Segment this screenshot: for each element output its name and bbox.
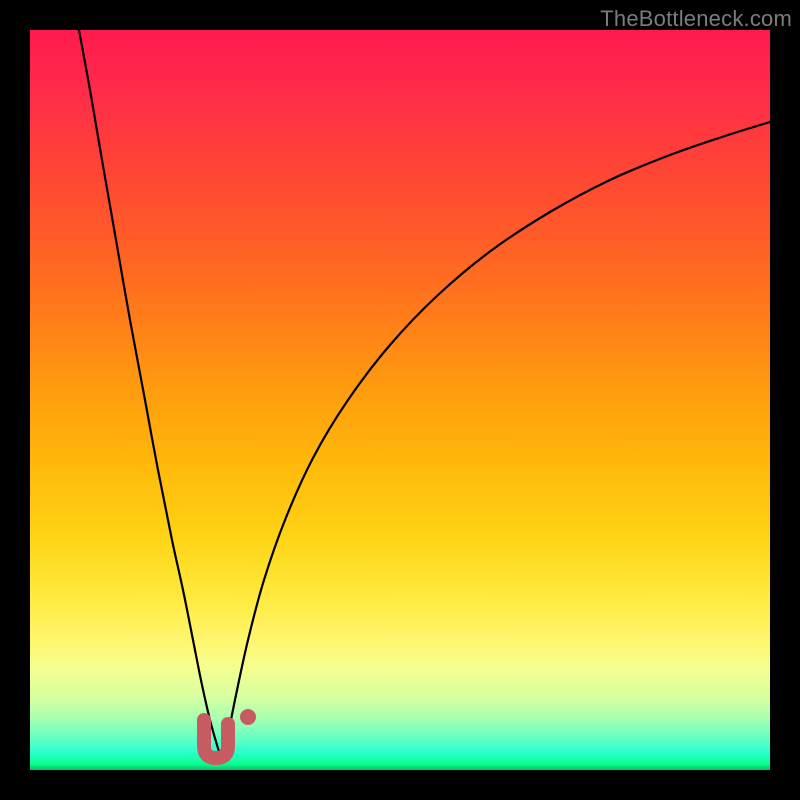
marker-dot	[240, 709, 256, 725]
plot-area	[30, 30, 770, 770]
left-curve	[79, 30, 221, 758]
watermark-text: TheBottleneck.com	[600, 6, 792, 32]
right-curve	[223, 122, 770, 758]
chart-svg	[30, 30, 770, 770]
